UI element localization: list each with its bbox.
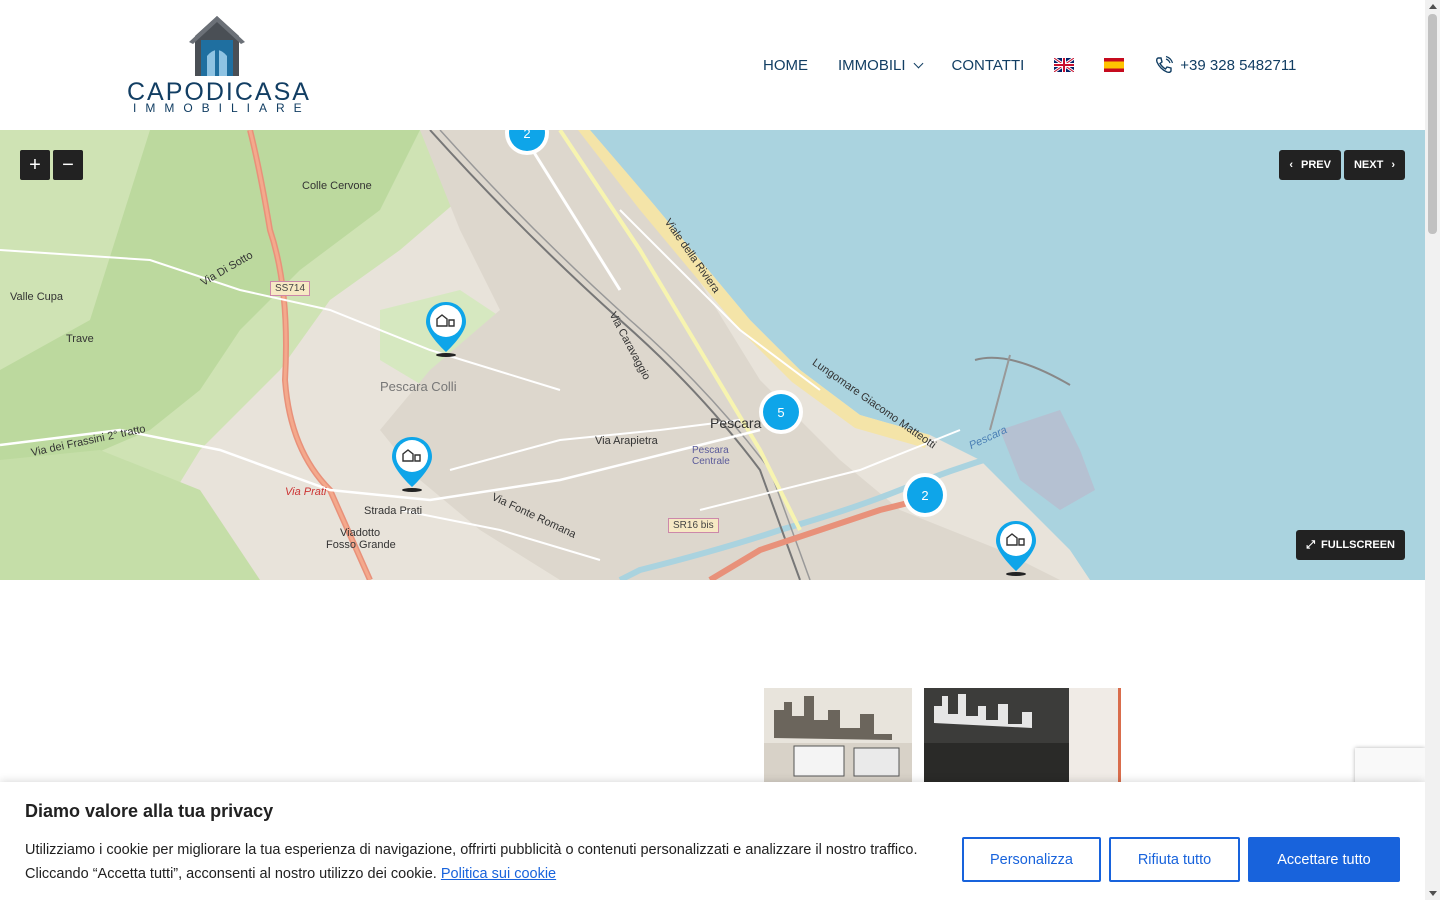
customize-button[interactable]: Personalizza (962, 837, 1101, 882)
map-label: Via Arapietra (595, 435, 658, 447)
road-badge: SR16 bis (668, 518, 719, 533)
page-scrollbar[interactable] (1425, 0, 1440, 900)
next-button[interactable]: NEXT › (1343, 150, 1405, 180)
cookie-banner: Diamo valore alla tua privacy Utilizziam… (0, 782, 1425, 900)
zoom-controls: + − (20, 150, 83, 180)
map-label: Via Prati (285, 486, 327, 498)
nav-immobili-label: IMMOBILI (838, 56, 906, 74)
map-tiles (0, 130, 1425, 580)
property-map[interactable]: Colle Cervone Via Di Sotto Valle Cupa Tr… (0, 130, 1425, 580)
office-photo (764, 688, 1121, 788)
house-logo-icon (189, 16, 245, 76)
road-badge: SS714 (270, 281, 311, 296)
map-cluster[interactable]: 2 (903, 473, 947, 517)
map-label: Fosso Grande (326, 539, 396, 551)
nav-contatti[interactable]: CONTATTI (952, 57, 1025, 74)
map-label: Strada Prati (364, 505, 423, 517)
uk-flag-icon[interactable] (1054, 58, 1075, 72)
site-header: CAPODICASA IMMOBILIARE HOME IMMOBILI CON… (0, 0, 1425, 130)
prev-label: PREV (1301, 159, 1331, 171)
property-pin-icon[interactable] (994, 519, 1038, 577)
zoom-out-button[interactable]: − (53, 150, 83, 180)
map-label: Pescara (710, 415, 762, 431)
property-pin-icon[interactable] (424, 300, 468, 358)
prev-button[interactable]: ‹ PREV (1279, 150, 1341, 180)
logo[interactable]: CAPODICASA IMMOBILIARE (127, 14, 311, 115)
cluster-count: 5 (763, 394, 799, 430)
zoom-in-button[interactable]: + (20, 150, 50, 180)
nav-immobili[interactable]: IMMOBILI (838, 56, 923, 74)
next-label: NEXT (1353, 159, 1384, 171)
spain-flag-icon[interactable] (1104, 58, 1125, 72)
fullscreen-button[interactable]: ⤢ FULLSCREEN (1296, 530, 1405, 560)
phone-number: +39 328 5482711 (1180, 56, 1297, 74)
map-label: Valle Cupa (10, 291, 63, 303)
fullscreen-label: FULLSCREEN (1321, 539, 1395, 551)
map-label: Trave (66, 333, 94, 345)
cookie-text: Utilizziamo i cookie per migliorare la t… (25, 838, 925, 886)
map-label: Colle Cervone (302, 180, 372, 192)
phone-icon (1156, 55, 1174, 74)
scroll-up-icon[interactable] (1429, 4, 1437, 9)
brand-sub: IMMOBILIARE (133, 101, 311, 115)
map-cluster[interactable]: 5 (759, 390, 803, 434)
map-label: Pescara Colli (380, 379, 457, 394)
expand-icon: ⤢ (1306, 538, 1316, 551)
cluster-count: 2 (907, 477, 943, 513)
chevron-left-icon: ‹ (1289, 159, 1294, 171)
main-nav: HOME IMMOBILI CONTATTI +39 328 5482711 (763, 54, 1296, 76)
cookie-title: Diamo valore alla tua privacy (25, 801, 274, 821)
phone-link[interactable]: +39 328 5482711 (1154, 55, 1296, 75)
map-label: Viadotto (340, 527, 381, 539)
scroll-down-icon[interactable] (1429, 891, 1437, 896)
reject-all-button[interactable]: Rifiuta tutto (1109, 837, 1240, 882)
nav-home[interactable]: HOME (763, 57, 808, 74)
map-label: Pescara Centrale (692, 445, 730, 467)
chevron-right-icon: › (1391, 159, 1395, 171)
cookie-policy-link[interactable]: Politica sui cookie (441, 866, 556, 882)
accept-all-button[interactable]: Accettare tutto (1248, 837, 1400, 882)
agency-photos (764, 688, 1121, 788)
scroll-thumb[interactable] (1428, 14, 1437, 234)
cluster-count: 2 (509, 130, 545, 151)
chevron-down-icon (913, 58, 923, 68)
property-pin-icon[interactable] (390, 435, 434, 493)
map-navigation: ‹ PREV NEXT › (1279, 150, 1405, 180)
